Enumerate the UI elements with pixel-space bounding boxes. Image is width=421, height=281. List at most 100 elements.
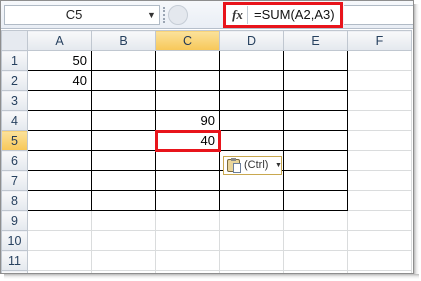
cell-d4[interactable] — [219, 110, 284, 131]
formula-bar-button[interactable] — [168, 5, 188, 25]
cell-a6[interactable] — [27, 150, 92, 171]
cell-a4[interactable] — [27, 110, 92, 131]
table-row: 9 — [1, 210, 412, 231]
cell-e4[interactable] — [283, 110, 348, 131]
cell-b2[interactable] — [91, 70, 156, 91]
column-header-f[interactable]: F — [347, 30, 412, 51]
cell-a8[interactable] — [27, 190, 92, 211]
cell-b9[interactable] — [91, 210, 156, 231]
cell-c8[interactable] — [155, 190, 220, 211]
row-header[interactable]: 8 — [1, 190, 28, 211]
cell-f2[interactable] — [347, 70, 412, 91]
cell-b7[interactable] — [91, 170, 156, 191]
cell-c9[interactable] — [155, 210, 220, 231]
cell-e11[interactable] — [283, 250, 348, 271]
cell-e7[interactable] — [283, 170, 348, 191]
cell-b3[interactable] — [91, 90, 156, 111]
cell-f5[interactable] — [347, 130, 412, 151]
formula-box[interactable]: fx =SUM(A2,A3) — [223, 2, 343, 28]
row-header[interactable]: 10 — [1, 230, 28, 251]
cell-c11[interactable] — [155, 250, 220, 271]
select-all-corner[interactable] — [1, 30, 28, 51]
cell-b8[interactable] — [91, 190, 156, 211]
row-header[interactable]: 2 — [1, 70, 28, 91]
cell-a7[interactable] — [27, 170, 92, 191]
table-row: 4 90 — [1, 110, 412, 131]
cell-b10[interactable] — [91, 230, 156, 251]
window-shadow — [414, 4, 419, 276]
row-header[interactable]: 5 — [1, 130, 28, 151]
cell-e10[interactable] — [283, 230, 348, 251]
cell-f3[interactable] — [347, 90, 412, 111]
splitter-handle[interactable] — [163, 7, 167, 23]
formula-input-field[interactable] — [344, 5, 413, 25]
cell-a3[interactable] — [27, 90, 92, 111]
cell-a11[interactable] — [27, 250, 92, 271]
column-header-c[interactable]: C — [155, 30, 220, 51]
cell-d3[interactable] — [219, 90, 284, 111]
cell-d11[interactable] — [219, 250, 284, 271]
table-row: 2 40 — [1, 70, 412, 91]
cell-d10[interactable] — [219, 230, 284, 251]
cell-d8[interactable] — [219, 190, 284, 211]
row-header[interactable]: 11 — [1, 250, 28, 271]
cell-b6[interactable] — [91, 150, 156, 171]
column-header-d[interactable]: D — [219, 30, 284, 51]
cell-e6[interactable] — [283, 150, 348, 171]
cell-f8[interactable] — [347, 190, 412, 211]
cell-e5[interactable] — [283, 130, 348, 151]
row-header[interactable]: 6 — [1, 150, 28, 171]
row-header[interactable]: 3 — [1, 90, 28, 111]
table-row: 6 — [1, 150, 412, 171]
cell-a9[interactable] — [27, 210, 92, 231]
cell-f7[interactable] — [347, 170, 412, 191]
cell-d2[interactable] — [219, 70, 284, 91]
table-row: 11 — [1, 250, 412, 271]
cell-c4[interactable]: 90 — [155, 110, 220, 131]
chevron-down-icon[interactable]: ▼ — [144, 6, 159, 24]
cell-d5[interactable] — [219, 130, 284, 151]
cell-grid: A B C D E F 1 50 2 40 3 4 90 5 40 6 7 8 … — [1, 30, 412, 273]
cell-e9[interactable] — [283, 210, 348, 231]
cell-a10[interactable] — [27, 230, 92, 251]
paste-options-button[interactable]: (Ctrl) ▼ — [223, 156, 282, 175]
cell-a5[interactable] — [27, 130, 92, 151]
cell-e2[interactable] — [283, 70, 348, 91]
column-header-a[interactable]: A — [27, 30, 92, 51]
cell-d9[interactable] — [219, 210, 284, 231]
cell-c1[interactable] — [155, 50, 220, 71]
cell-e3[interactable] — [283, 90, 348, 111]
cell-c6[interactable] — [155, 150, 220, 171]
cell-e1[interactable] — [283, 50, 348, 71]
cell-c7[interactable] — [155, 170, 220, 191]
cell-a1[interactable]: 50 — [27, 50, 92, 71]
table-row: 7 — [1, 170, 412, 191]
name-box[interactable]: C5 ▼ — [4, 5, 160, 25]
row-header[interactable]: 9 — [1, 210, 28, 231]
cell-d1[interactable] — [219, 50, 284, 71]
cell-b11[interactable] — [91, 250, 156, 271]
row-header[interactable]: 4 — [1, 110, 28, 131]
fx-icon[interactable]: fx — [228, 6, 248, 24]
cell-a2[interactable]: 40 — [27, 70, 92, 91]
cell-b5[interactable] — [91, 130, 156, 151]
cell-b1[interactable] — [91, 50, 156, 71]
cell-f11[interactable] — [347, 250, 412, 271]
cell-f9[interactable] — [347, 210, 412, 231]
cell-b4[interactable] — [91, 110, 156, 131]
formula-text[interactable]: =SUM(A2,A3) — [254, 6, 335, 24]
cell-f6[interactable] — [347, 150, 412, 171]
cell-e8[interactable] — [283, 190, 348, 211]
column-header-b[interactable]: B — [91, 30, 156, 51]
cell-c2[interactable] — [155, 70, 220, 91]
cell-f10[interactable] — [347, 230, 412, 251]
table-row: 10 — [1, 230, 412, 251]
cell-c3[interactable] — [155, 90, 220, 111]
active-cell-c5[interactable]: 40 — [154, 129, 221, 152]
cell-c10[interactable] — [155, 230, 220, 251]
column-header-e[interactable]: E — [283, 30, 348, 51]
cell-f4[interactable] — [347, 110, 412, 131]
cell-f1[interactable] — [347, 50, 412, 71]
row-header[interactable]: 7 — [1, 170, 28, 191]
row-header[interactable]: 1 — [1, 50, 28, 71]
